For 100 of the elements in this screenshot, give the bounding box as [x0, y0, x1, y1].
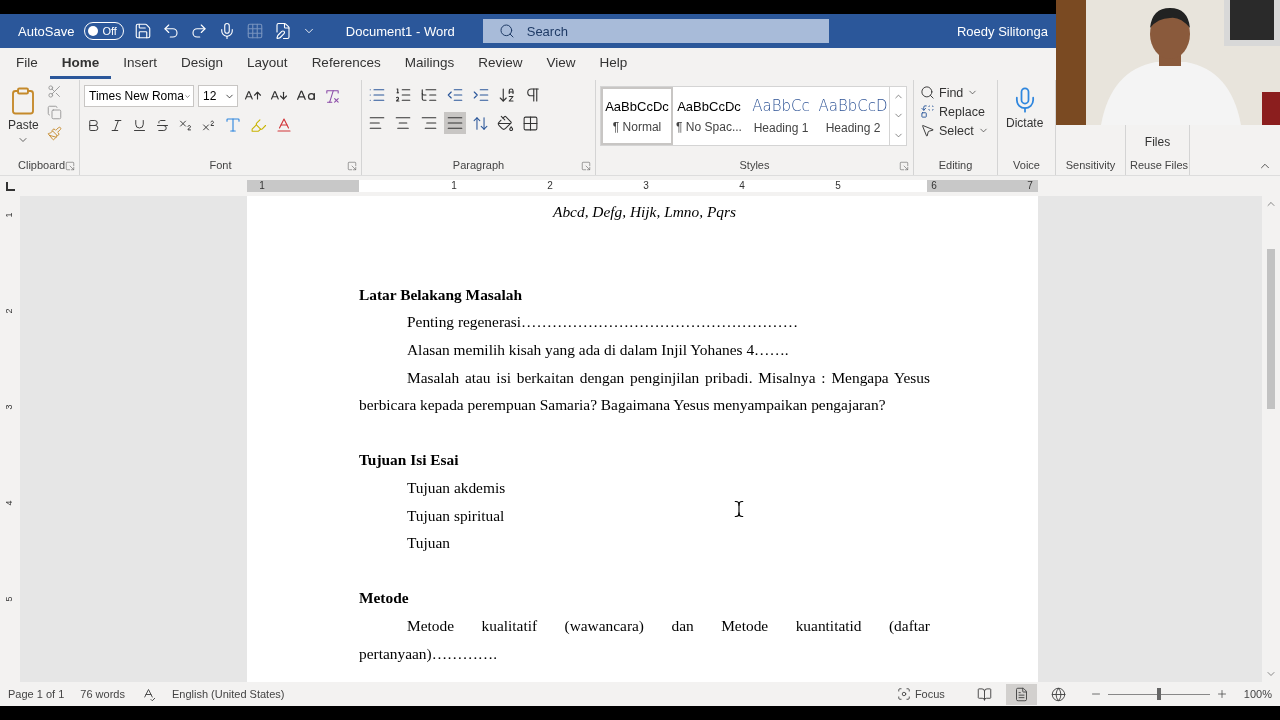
focus-icon	[896, 687, 911, 701]
group-label: Font	[208, 158, 233, 173]
strikethrough-icon	[155, 117, 170, 133]
section-heading: Metode	[359, 589, 409, 607]
reuse-files-button[interactable]: Files	[1140, 133, 1175, 151]
italic-icon	[109, 117, 124, 133]
paragraph: Masalah atau isi berkaitan dengan penginjilan pribadi. Misalnya : Mengapa Yesus berbicara kepada perempuan Samaria? Bagaimana Yesus menyampaikan pengajaran?	[359, 368, 930, 414]
ribbon-tab[interactable]: Insert	[111, 49, 170, 79]
group-label: Sensitivity	[1064, 158, 1117, 173]
line-spacing-icon	[472, 114, 489, 132]
group-label: Voice	[1012, 158, 1041, 173]
highlighter-icon	[250, 116, 267, 134]
font-color-icon	[275, 116, 293, 134]
ribbon-tab[interactable]: Help	[587, 49, 640, 79]
find-button[interactable]: Find	[918, 84, 991, 101]
align-icon	[394, 114, 412, 132]
ribbon-tab[interactable]: File	[4, 49, 50, 79]
ribbon-tab[interactable]: Mailings	[392, 49, 467, 79]
ribbon-tab[interactable]: Design	[169, 49, 236, 79]
ribbon-tab[interactable]: References	[299, 49, 393, 79]
paint-bucket-icon	[497, 114, 514, 132]
search-field[interactable]: Search	[482, 19, 829, 43]
save-icon	[133, 22, 152, 40]
clear-formatting-icon	[324, 87, 341, 105]
view-icon	[976, 686, 992, 702]
style-name: ¶ No Spac...	[676, 119, 742, 134]
copy-icon	[46, 105, 62, 120]
launcher-icon	[65, 161, 75, 171]
style-preview: AaBbCc	[752, 97, 810, 115]
pilcrow-icon	[524, 86, 542, 104]
group-label: Styles	[738, 158, 771, 173]
ruler-number: 2	[3, 308, 14, 314]
launcher-icon	[581, 161, 591, 171]
borders-icon	[522, 114, 539, 132]
replace-button[interactable]: Replace	[918, 103, 991, 120]
paste-button[interactable]: Paste	[4, 84, 43, 157]
zoom-in-icon	[1215, 688, 1228, 700]
style-name: ¶ Normal	[612, 119, 662, 134]
text-line: Alasan memilih kisah yang ada di dalam Injil Yohanes 4…….	[407, 340, 789, 358]
style-name: Heading 1	[753, 121, 809, 135]
ruler-number: 4	[3, 500, 14, 506]
undo-icon	[161, 22, 180, 40]
ruler-number: 1	[3, 212, 14, 218]
style-preview: AaBbCcD	[819, 97, 887, 115]
dictate-button[interactable]: Dictate	[1002, 84, 1048, 157]
text-effects-icon	[224, 116, 242, 134]
scissors-icon	[46, 84, 62, 99]
align-icon	[420, 114, 438, 132]
align-button[interactable]	[444, 112, 466, 134]
ruler-number: 5	[3, 596, 14, 602]
style-preview: AaBbCcDc	[605, 98, 669, 114]
language[interactable]: English (United States)	[171, 688, 285, 700]
ribbon-tab[interactable]: View	[534, 49, 588, 79]
subscript-icon	[178, 117, 193, 133]
style-item[interactable]: AaBbCcDc ¶ Normal	[601, 87, 673, 145]
text-line: Penting regenerasi………………………………………………	[407, 313, 799, 331]
font-name-field[interactable]: Times New Roma	[84, 85, 194, 107]
zoom-level[interactable]: 100%	[1243, 688, 1272, 700]
section-heading: Tujuan Isi Esai	[359, 451, 459, 469]
page-count[interactable]: Page 1 of 1	[8, 688, 65, 700]
select-button[interactable]: Select	[918, 122, 991, 139]
ruler-number: 5	[835, 179, 841, 193]
ruler-number: 6	[931, 179, 937, 193]
ribbon-tab[interactable]: Layout	[235, 49, 300, 79]
print-layout-button[interactable]	[1005, 683, 1037, 705]
section-heading: Latar Belakang Masalah	[359, 285, 523, 303]
ruler-number: 3	[3, 404, 14, 410]
underline-icon	[132, 117, 147, 133]
grid-icon	[245, 22, 264, 40]
tab-selector-icon[interactable]	[5, 181, 15, 191]
text-line: Tujuan spiritual	[407, 506, 505, 524]
multilevel-list-icon	[420, 86, 438, 104]
ribbon-tab[interactable]: Review	[466, 49, 535, 79]
ruler-number: 7	[1027, 179, 1033, 193]
launcher-icon	[347, 161, 357, 171]
style-name: Heading 2	[825, 121, 881, 135]
form-edit-icon	[273, 22, 292, 40]
paragraph: Metode kualitatif (wawancara) dan Metode kuantitatid (daftar pertanyaan)………….	[359, 616, 930, 662]
view-icon	[1050, 686, 1066, 702]
group-label: Paragraph	[451, 158, 506, 173]
style-preview: AaBbCcDc	[677, 98, 741, 114]
ruler-number: 1	[259, 179, 265, 193]
font-size-field[interactable]: 12	[198, 85, 238, 107]
ruler-number: 1	[451, 179, 457, 193]
text-line: Tujuan akdemis	[407, 478, 506, 496]
zoom-thumb[interactable]	[1156, 688, 1161, 700]
focus-button[interactable]: Focus	[888, 684, 953, 704]
search-icon	[920, 85, 935, 100]
search-icon	[498, 23, 515, 39]
increase-indent-icon	[472, 86, 490, 104]
align-icon	[368, 114, 386, 132]
align-icon	[446, 114, 464, 132]
view-icon	[1013, 686, 1029, 702]
ruler-number: 2	[547, 179, 553, 193]
replace-icon	[920, 104, 935, 119]
scroll-thumb[interactable]	[1267, 249, 1275, 409]
word-count[interactable]: 76 words	[80, 688, 125, 700]
autosave-label: AutoSave	[18, 23, 75, 39]
launcher-icon	[899, 161, 909, 171]
numbered-list-icon	[394, 86, 412, 104]
